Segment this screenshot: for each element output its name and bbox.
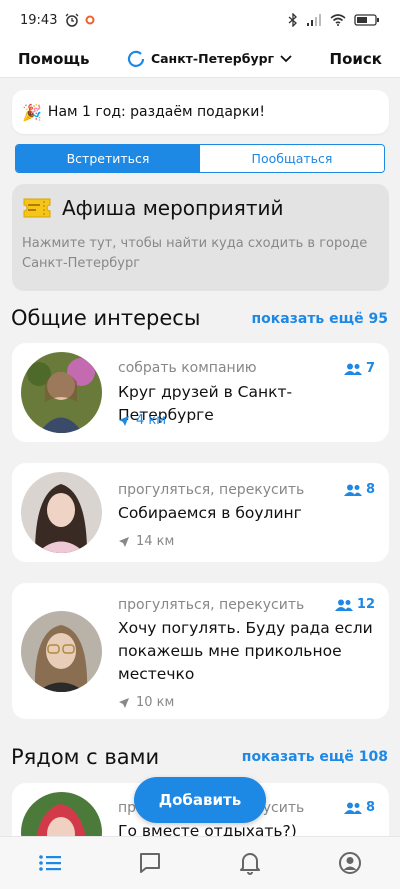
- nav-profile[interactable]: [320, 843, 380, 883]
- participants-count: 8: [343, 482, 375, 497]
- avatar: [21, 472, 102, 553]
- show-more-nearby[interactable]: показать ещё 108: [242, 749, 388, 765]
- card-title: Хочу погулять. Буду рада если покажешь м…: [118, 619, 373, 683]
- battery-icon: [354, 14, 379, 26]
- event-card[interactable]: собрать компанию 7 Круг друзей в Санкт-П…: [12, 343, 389, 442]
- card-distance: 4 км: [118, 413, 166, 428]
- event-card[interactable]: прогуляться, перекусить 8 Собираемся в б…: [12, 463, 389, 562]
- add-button[interactable]: Добавить: [134, 777, 266, 823]
- card-category: собрать компанию: [118, 360, 257, 376]
- notification-dot-icon: [85, 15, 95, 25]
- avatar: [21, 611, 102, 692]
- people-icon: [343, 363, 362, 375]
- tab-meet[interactable]: Встретиться: [16, 145, 200, 172]
- top-bar: Помощь Санкт-Петербург Поиск: [0, 40, 400, 78]
- avatar: [21, 352, 102, 433]
- party-popper-icon: 🎉: [22, 102, 42, 122]
- banner-text: Нам 1 год: раздаём подарки!: [47, 104, 265, 120]
- status-time: 19:43: [20, 12, 58, 28]
- status-bar: 19:43: [0, 0, 400, 40]
- wifi-icon: [330, 14, 346, 26]
- location-spinner-icon: [127, 50, 145, 67]
- nav-list[interactable]: [20, 843, 80, 883]
- show-more-interests[interactable]: показать ещё 95: [252, 311, 389, 327]
- participants-count: 8: [343, 800, 375, 815]
- people-icon: [343, 802, 362, 814]
- search-link[interactable]: Поиск: [330, 50, 382, 68]
- signal-icon: [307, 14, 321, 26]
- ticket-icon: [23, 198, 51, 218]
- help-link[interactable]: Помощь: [18, 50, 90, 68]
- section-title-nearby: Рядом с вами: [11, 745, 160, 769]
- card-category: прогуляться, перекусить: [118, 482, 305, 498]
- participants-count: 7: [343, 361, 375, 376]
- bottom-navigation: [0, 836, 400, 889]
- events-poster-card[interactable]: Афиша мероприятий Нажмите тут, чтобы най…: [12, 184, 389, 291]
- people-icon: [334, 599, 353, 611]
- card-title: Собираемся в боулинг: [118, 504, 302, 522]
- profile-icon: [339, 852, 361, 874]
- list-icon: [39, 855, 61, 871]
- events-title: Афиша мероприятий: [62, 196, 284, 220]
- people-icon: [343, 484, 362, 496]
- mode-tabs: Встретиться Пообщаться: [15, 144, 385, 173]
- navigation-arrow-icon: [119, 536, 129, 547]
- event-card[interactable]: прогуляться, перекусить 12 Хочу погулять…: [12, 583, 389, 719]
- bluetooth-icon: [288, 13, 297, 27]
- card-distance: 10 км: [118, 695, 174, 710]
- promo-banner[interactable]: 🎉 Нам 1 год: раздаём подарки!: [12, 90, 389, 134]
- navigation-arrow-icon: [119, 415, 129, 426]
- city-name: Санкт-Петербург: [150, 51, 275, 66]
- section-title-interests: Общие интересы: [11, 306, 201, 330]
- participants-count: 12: [334, 597, 375, 612]
- events-description: Нажмите тут, чтобы найти куда сходить в …: [22, 236, 368, 271]
- alarm-icon: [66, 13, 79, 27]
- bell-icon: [240, 853, 260, 875]
- chevron-down-icon: [280, 54, 292, 62]
- card-category: прогуляться, перекусить: [118, 597, 305, 613]
- card-distance: 14 км: [118, 534, 174, 549]
- chat-icon: [140, 853, 160, 873]
- city-selector[interactable]: Санкт-Петербург: [127, 50, 292, 68]
- nav-chat[interactable]: [120, 843, 180, 883]
- tab-chat[interactable]: Пообщаться: [200, 145, 384, 172]
- nav-notifications[interactable]: [220, 843, 280, 883]
- navigation-arrow-icon: [119, 697, 129, 708]
